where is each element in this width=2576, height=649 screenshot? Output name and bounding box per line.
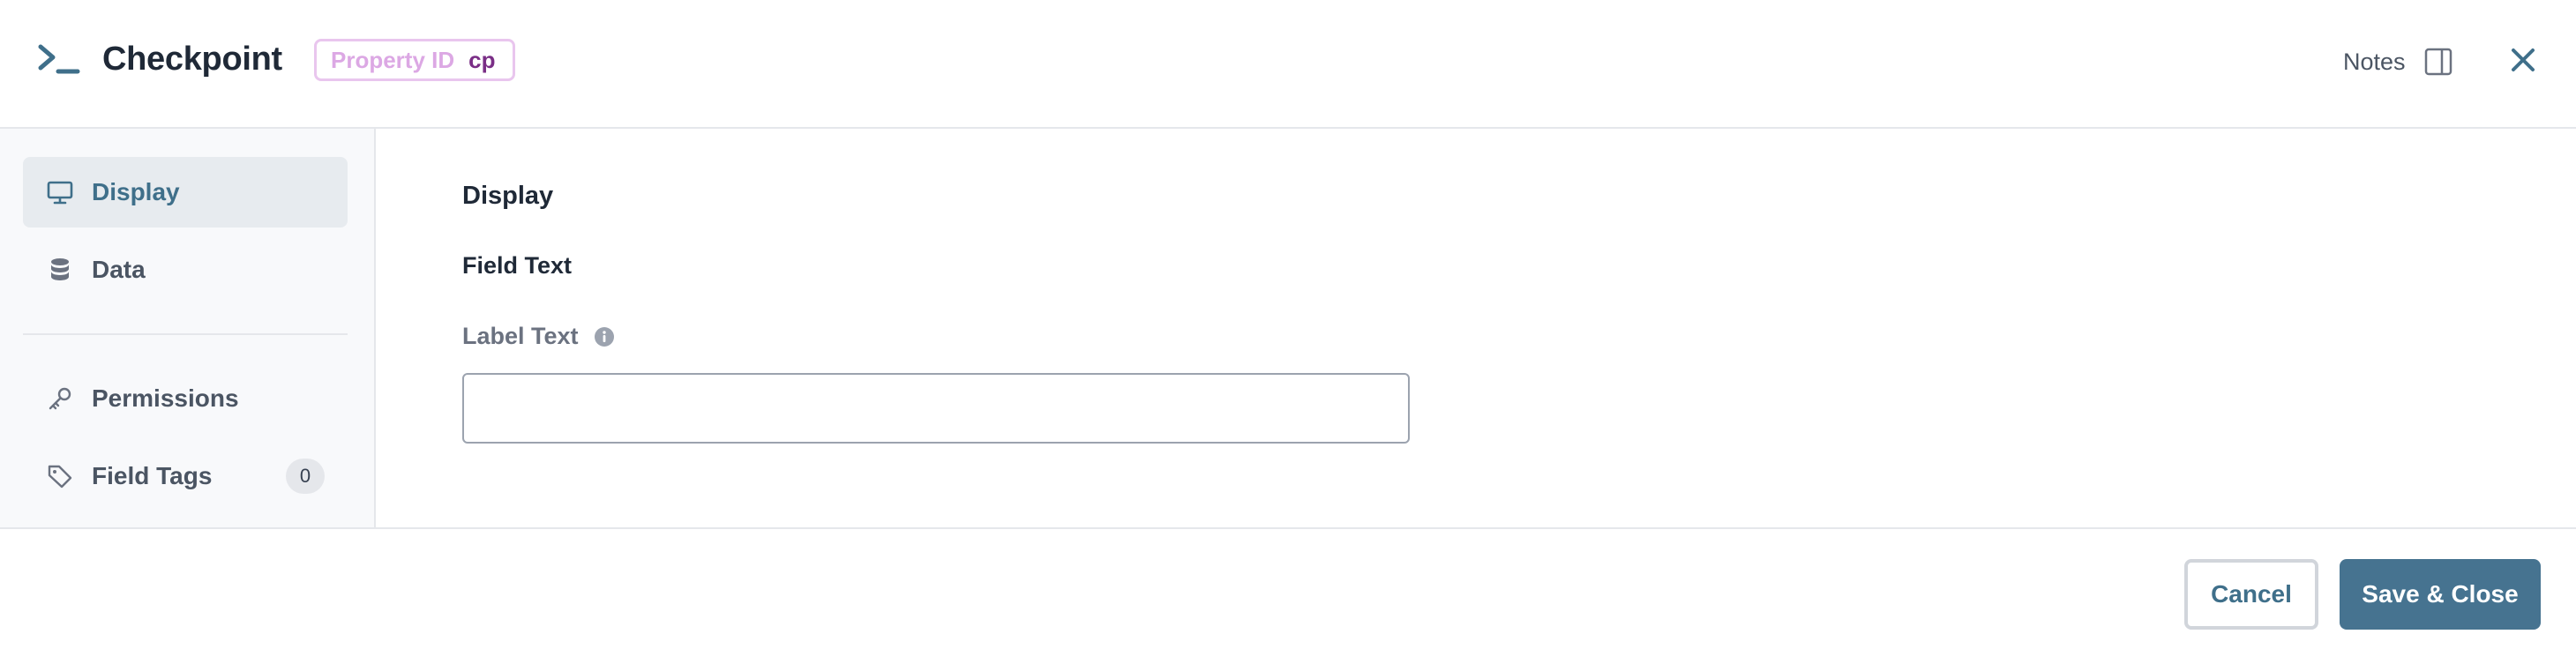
property-id-label: Property ID <box>331 46 455 73</box>
notes-label: Notes <box>2343 48 2406 75</box>
property-id-badge: Property ID cp <box>314 39 515 81</box>
database-icon <box>51 258 69 280</box>
close-icon[interactable] <box>2507 44 2539 76</box>
key-icon <box>49 387 71 410</box>
modal-footer: Cancel Save & Close <box>0 527 2576 649</box>
modal-header: Checkpoint Property ID cp Notes <box>0 0 2576 129</box>
label-text-label: Label Text <box>462 323 616 350</box>
field-tags-count-badge: 0 <box>286 459 325 494</box>
sidebar-item-field-tags[interactable]: Field Tags 0 <box>23 441 348 511</box>
page-title: Checkpoint <box>102 41 282 78</box>
info-icon[interactable] <box>593 325 616 348</box>
cancel-button[interactable]: Cancel <box>2184 559 2318 630</box>
sidebar-item-display[interactable]: Display <box>23 157 348 228</box>
sidebar-item-data[interactable]: Data <box>23 235 348 305</box>
section-title: Display <box>462 182 554 210</box>
save-close-button[interactable]: Save & Close <box>2340 559 2541 630</box>
label-text-input[interactable] <box>462 373 1410 444</box>
tag-icon <box>48 465 72 489</box>
sidebar-item-label: Field Tags <box>92 462 213 489</box>
notes-toggle[interactable]: Notes <box>2343 42 2453 81</box>
sidebar-item-label: Display <box>92 178 180 205</box>
sidebar-item-label: Data <box>92 256 146 283</box>
settings-content: Display Field Text Label Text <box>378 129 2576 527</box>
property-id-value: cp <box>468 46 496 73</box>
monitor-icon <box>47 181 73 205</box>
sidebar-divider <box>23 333 348 335</box>
sidebar-item-label: Permissions <box>92 384 239 412</box>
sidebar-item-permissions[interactable]: Permissions <box>23 363 348 434</box>
terminal-prompt-icon <box>38 44 80 74</box>
side-panel-icon <box>2424 48 2452 76</box>
label-text-caption: Label Text <box>462 323 579 349</box>
settings-sidebar: Display Data Permissions Field Tags 0 <box>0 129 376 527</box>
group-title: Field Text <box>462 252 573 279</box>
